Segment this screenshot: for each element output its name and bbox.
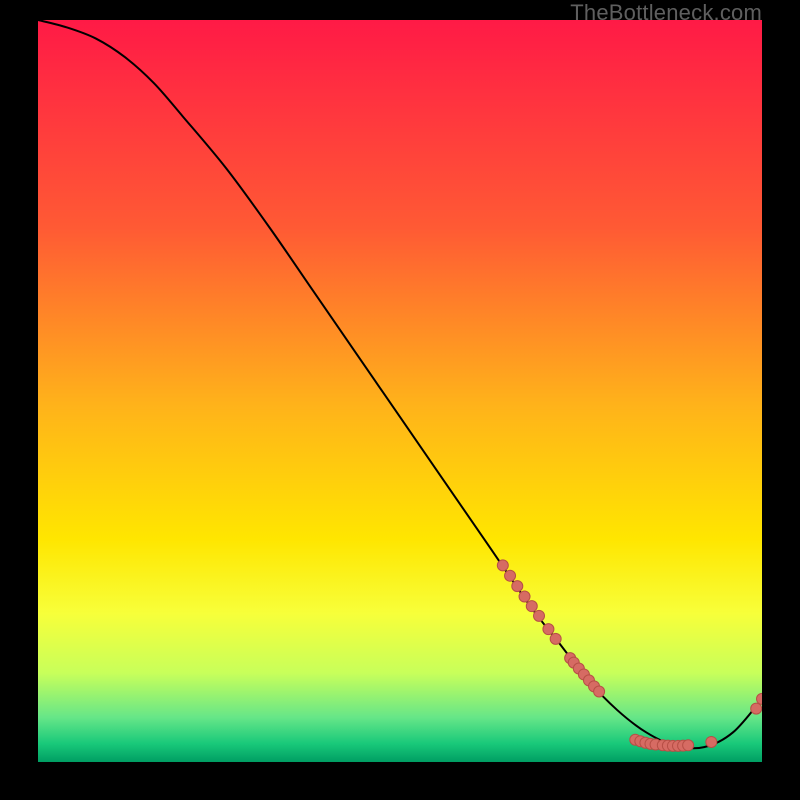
gradient-background bbox=[38, 20, 762, 762]
data-point bbox=[550, 633, 561, 644]
data-point bbox=[706, 736, 717, 747]
data-point bbox=[751, 703, 762, 714]
data-point bbox=[519, 591, 530, 602]
chart-svg bbox=[38, 20, 762, 762]
data-point bbox=[534, 610, 545, 621]
data-point bbox=[505, 570, 516, 581]
data-point bbox=[543, 624, 554, 635]
data-point bbox=[526, 601, 537, 612]
chart-stage: TheBottleneck.com bbox=[0, 0, 800, 800]
data-point bbox=[497, 560, 508, 571]
data-point bbox=[512, 581, 523, 592]
data-point bbox=[594, 686, 605, 697]
data-point bbox=[683, 740, 694, 751]
plot-area bbox=[38, 20, 762, 762]
